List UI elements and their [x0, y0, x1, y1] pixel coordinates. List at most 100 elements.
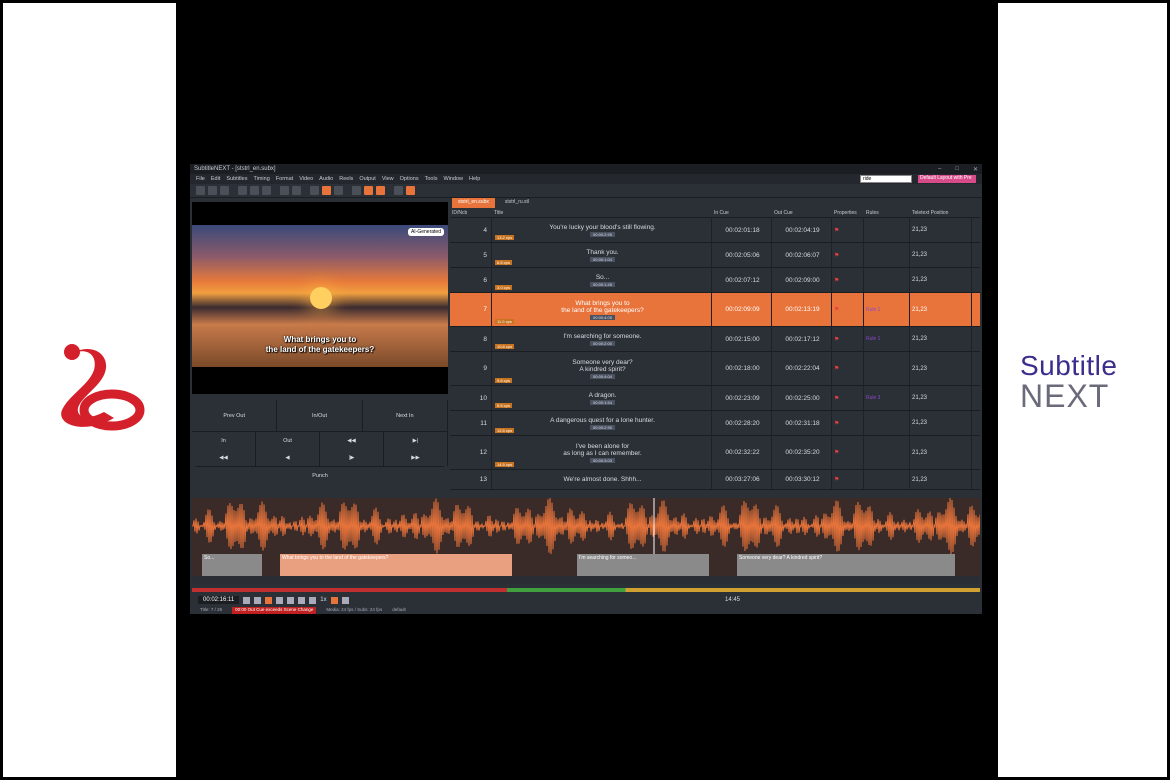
- header-pos[interactable]: Teletext Position: [910, 210, 972, 216]
- menu-output[interactable]: Output: [359, 176, 376, 182]
- align-right-icon[interactable]: [334, 186, 343, 195]
- menu-format[interactable]: Format: [276, 176, 293, 182]
- table-row[interactable]: 10 A dragon. 00:00:1:54 5.5 cps 00:02:23:09 0…: [450, 386, 980, 411]
- cell-in-cue[interactable]: 00:02:28:20: [712, 411, 772, 435]
- header-rules[interactable]: Rules: [864, 210, 910, 216]
- wave-segment-selected[interactable]: What brings you to the land of the gatek…: [280, 554, 512, 576]
- play-selection-icon[interactable]: [254, 596, 262, 604]
- cell-out-cue[interactable]: 00:02:35:20: [772, 436, 832, 469]
- cell-title[interactable]: Thank you. 00:00:1:04 6.6 cps: [492, 243, 712, 267]
- cell-title[interactable]: A dragon. 00:00:1:54 5.5 cps: [492, 386, 712, 410]
- header-in[interactable]: In Cue: [712, 210, 772, 216]
- settings-icon[interactable]: [341, 596, 349, 604]
- table-row[interactable]: 7 What brings you to the land of the gatek…: [450, 293, 980, 327]
- tab-ru[interactable]: ststrl_ru.stl: [499, 198, 535, 208]
- cell-out-cue[interactable]: 00:02:06:07: [772, 243, 832, 267]
- cell-out-cue[interactable]: 00:02:22:04: [772, 352, 832, 385]
- close-icon[interactable]: ✕: [973, 166, 978, 173]
- forward-icon[interactable]: [287, 596, 295, 604]
- cell-title[interactable]: You're lucky your blood's still flowing.…: [492, 218, 712, 242]
- wave-segment[interactable]: Someone very dear? A kindred spirit?: [737, 554, 955, 576]
- cell-in-cue[interactable]: 00:02:07:12: [712, 268, 772, 292]
- speed-label[interactable]: 1x: [320, 597, 326, 603]
- table-row[interactable]: 12 I've been alone for as long as I can re…: [450, 436, 980, 470]
- color-icon[interactable]: [376, 186, 385, 195]
- out-button[interactable]: Out: [256, 432, 320, 449]
- table-row[interactable]: 11 A dangerous quest for a lone hunter. 00…: [450, 411, 980, 436]
- menu-audio[interactable]: Audio: [319, 176, 333, 182]
- cell-out-cue[interactable]: 00:02:17:12: [772, 327, 832, 351]
- step-forward-icon[interactable]: ▶|: [384, 432, 448, 449]
- maximize-icon[interactable]: □: [955, 166, 959, 173]
- cell-title[interactable]: We're almost done. Shhh...: [492, 470, 712, 489]
- preview-icon[interactable]: [406, 186, 415, 195]
- highlight-icon[interactable]: [364, 186, 373, 195]
- table-row[interactable]: 13 We're almost done. Shhh... 00:03:27:06 0…: [450, 470, 980, 490]
- copy-icon[interactable]: [250, 186, 259, 195]
- header-props[interactable]: Properties: [832, 210, 864, 216]
- step-back-icon[interactable]: [298, 596, 306, 604]
- step-forward-icon[interactable]: [309, 596, 317, 604]
- table-row[interactable]: 4 You're lucky your blood's still flowing…: [450, 218, 980, 243]
- header-out[interactable]: Out Cue: [772, 210, 832, 216]
- minimize-icon[interactable]: –: [938, 166, 941, 173]
- menu-options[interactable]: Options: [400, 176, 419, 182]
- progress-bar[interactable]: [192, 588, 980, 592]
- punch-button[interactable]: Punch: [196, 466, 444, 484]
- table-row[interactable]: 8 I'm searching for someone. 00:00:2:00 10.…: [450, 327, 980, 352]
- timeline-scrollbar[interactable]: [192, 576, 980, 584]
- wave-segment[interactable]: I'm searching for someo...: [577, 554, 709, 576]
- cell-title[interactable]: Someone very dear? A kindred spirit? 00:00…: [492, 352, 712, 385]
- loop-icon[interactable]: [330, 596, 338, 604]
- cell-in-cue[interactable]: 00:02:05:06: [712, 243, 772, 267]
- menu-timing[interactable]: Timing: [253, 176, 269, 182]
- play-icon[interactable]: [243, 596, 251, 604]
- save-icon[interactable]: [220, 186, 229, 195]
- waveform-panel[interactable]: So... What brings you to the land of the…: [192, 498, 980, 576]
- menu-edit[interactable]: Edit: [211, 176, 220, 182]
- layout-select[interactable]: Default Layout with Pre: [918, 175, 976, 183]
- play-next-icon[interactable]: |▶: [320, 449, 384, 466]
- fast-rewind-icon[interactable]: ◀◀: [192, 449, 256, 466]
- new-icon[interactable]: [196, 186, 205, 195]
- menu-subtitles[interactable]: Subtitles: [226, 176, 247, 182]
- cell-out-cue[interactable]: 00:03:30:12: [772, 470, 832, 489]
- pause-icon[interactable]: [265, 596, 273, 604]
- table-row[interactable]: 9 Someone very dear? A kindred spirit? 00:0…: [450, 352, 980, 386]
- menu-tools[interactable]: Tools: [425, 176, 438, 182]
- cell-title[interactable]: I'm searching for someone. 00:00:2:00 10.8…: [492, 327, 712, 351]
- cell-in-cue[interactable]: 00:02:18:00: [712, 352, 772, 385]
- timecode-display[interactable]: 00:02:16:11: [198, 596, 240, 604]
- fast-forward-icon[interactable]: ▶▶: [384, 449, 448, 466]
- redo-icon[interactable]: [292, 186, 301, 195]
- menu-reels[interactable]: Reels: [339, 176, 353, 182]
- search-input[interactable]: [860, 175, 912, 183]
- menu-window[interactable]: Window: [443, 176, 463, 182]
- cell-in-cue[interactable]: 00:02:32:22: [712, 436, 772, 469]
- menu-help[interactable]: Help: [469, 176, 480, 182]
- undo-icon[interactable]: [280, 186, 289, 195]
- cell-in-cue[interactable]: 00:02:01:18: [712, 218, 772, 242]
- align-left-icon[interactable]: [310, 186, 319, 195]
- cell-out-cue[interactable]: 00:02:31:18: [772, 411, 832, 435]
- align-center-icon[interactable]: [322, 186, 331, 195]
- cell-out-cue[interactable]: 00:02:04:19: [772, 218, 832, 242]
- layout-icon[interactable]: [394, 186, 403, 195]
- in-out-button[interactable]: In/Out: [277, 400, 363, 431]
- wave-segment[interactable]: So...: [202, 554, 262, 576]
- cut-icon[interactable]: [238, 186, 247, 195]
- cell-title[interactable]: So... 00:00:1:45 3.0 cps: [492, 268, 712, 292]
- cell-out-cue[interactable]: 00:02:25:00: [772, 386, 832, 410]
- cell-title[interactable]: What brings you to the land of the gateke…: [492, 293, 712, 326]
- next-in-button[interactable]: Next In: [363, 400, 448, 431]
- cell-out-cue[interactable]: 00:02:09:00: [772, 268, 832, 292]
- step-back-icon[interactable]: ◀: [256, 449, 320, 466]
- rewind-icon[interactable]: [276, 596, 284, 604]
- cell-title[interactable]: A dangerous quest for a lone hunter. 00:0…: [492, 411, 712, 435]
- table-row[interactable]: 6 So... 00:00:1:45 3.0 cps 00:02:07:12 00:02:…: [450, 268, 980, 293]
- tab-en[interactable]: ststrl_en.subx: [452, 198, 495, 208]
- header-title[interactable]: Title: [492, 210, 712, 216]
- cell-title[interactable]: I've been alone for as long as I can reme…: [492, 436, 712, 469]
- cell-in-cue[interactable]: 00:02:09:09: [712, 293, 772, 326]
- prev-out-button[interactable]: Prev Out: [192, 400, 278, 431]
